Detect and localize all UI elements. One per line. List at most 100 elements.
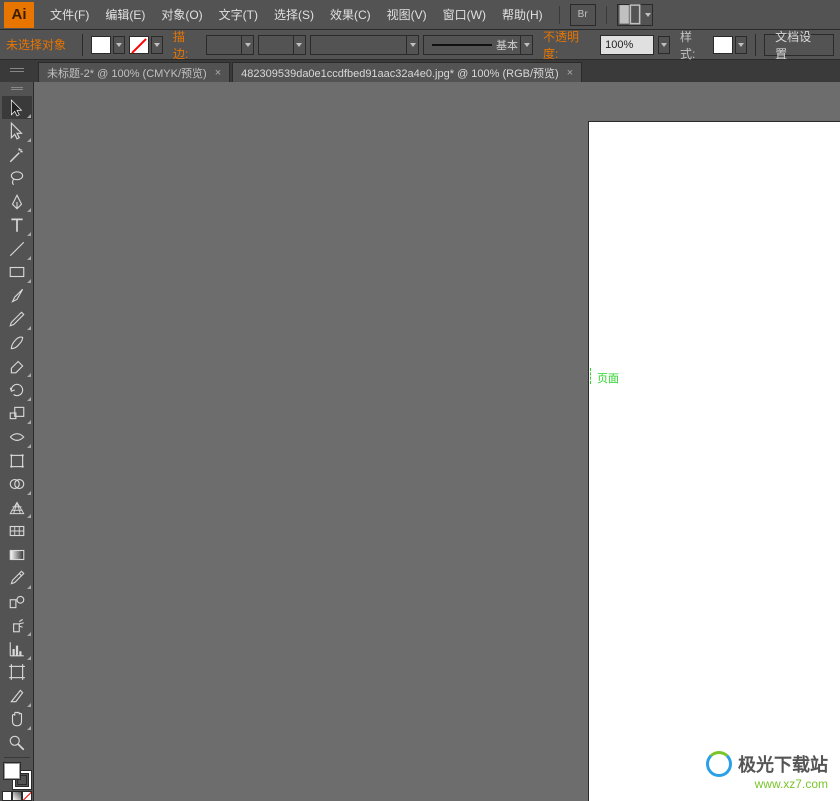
graphic-style-label: 样式: <box>680 28 707 62</box>
watermark-name: 极光下载站 <box>738 751 828 777</box>
panel-grip[interactable] <box>0 84 33 94</box>
mesh-tool[interactable] <box>2 519 32 543</box>
layout-arrange-button[interactable] <box>617 4 653 26</box>
graphic-style-dropdown[interactable] <box>735 36 747 54</box>
selection-status: 未选择对象 <box>6 36 66 53</box>
blob-brush-tool[interactable] <box>2 331 32 355</box>
menu-window[interactable]: 窗口(W) <box>435 0 494 30</box>
chevron-down-icon <box>520 36 532 54</box>
menu-help[interactable]: 帮助(H) <box>494 0 551 30</box>
paintbrush-tool[interactable] <box>2 284 32 308</box>
graphic-style-picker[interactable] <box>713 36 747 54</box>
type-tool[interactable] <box>2 213 32 237</box>
type-icon <box>8 216 26 234</box>
eyedropper-tool[interactable] <box>2 566 32 590</box>
slice-icon <box>8 687 26 705</box>
column-graph-tool[interactable] <box>2 637 32 661</box>
bridge-button[interactable]: Br <box>570 4 596 26</box>
document-setup-button[interactable]: 文档设置 <box>764 34 834 56</box>
opacity-dropdown[interactable] <box>658 36 670 54</box>
rotate-tool[interactable] <box>2 378 32 402</box>
slice-tool[interactable] <box>2 684 32 708</box>
pencil-tool[interactable] <box>2 308 32 332</box>
stroke-style-picker[interactable]: 基本 <box>423 35 533 55</box>
chevron-down-icon <box>241 36 253 54</box>
variable-width-profile[interactable] <box>258 35 306 55</box>
selection-tool[interactable] <box>2 96 32 120</box>
direct-selection-tool[interactable] <box>2 119 32 143</box>
graphic-style-swatch[interactable] <box>713 36 733 54</box>
gradient-tool[interactable] <box>2 543 32 567</box>
menu-edit[interactable]: 编辑(E) <box>97 0 153 30</box>
blend-tool[interactable] <box>2 590 32 614</box>
rectangle-tool[interactable] <box>2 261 32 285</box>
lasso-icon <box>8 169 26 187</box>
divider <box>82 34 83 56</box>
color-mode-none[interactable] <box>22 791 32 801</box>
divider <box>559 6 560 24</box>
canvas-area[interactable]: 页面 <box>34 82 840 801</box>
close-icon[interactable]: × <box>215 67 221 79</box>
hand-tool[interactable] <box>2 708 32 732</box>
menu-object[interactable]: 对象(O) <box>153 0 210 30</box>
brush-icon <box>8 287 26 305</box>
opacity-input[interactable]: 100% <box>600 35 654 55</box>
zoom-tool[interactable] <box>2 731 32 755</box>
brush-definition-picker[interactable] <box>310 35 420 55</box>
color-mode-gradient[interactable] <box>12 791 22 801</box>
color-mode-solid[interactable] <box>2 791 12 801</box>
tool-panel <box>0 82 34 801</box>
stroke-weight-picker[interactable] <box>206 35 254 55</box>
artboard-tool[interactable] <box>2 661 32 685</box>
magic-wand-tool[interactable] <box>2 143 32 167</box>
menu-view[interactable]: 视图(V) <box>379 0 435 30</box>
pen-tool[interactable] <box>2 190 32 214</box>
mesh-icon <box>8 522 26 540</box>
stroke-preview-line <box>432 44 492 46</box>
menu-type[interactable]: 文字(T) <box>211 0 266 30</box>
stroke-swatch-group[interactable] <box>129 36 163 54</box>
lasso-tool[interactable] <box>2 166 32 190</box>
menu-effect[interactable]: 效果(C) <box>322 0 379 30</box>
width-tool[interactable] <box>2 425 32 449</box>
scale-tool[interactable] <box>2 402 32 426</box>
close-icon[interactable]: × <box>567 67 573 79</box>
symbol-sprayer-tool[interactable] <box>2 613 32 637</box>
divider <box>755 34 756 56</box>
control-bar: 未选择对象 描边: 基本 不透明度: 100% 样式: 文档设置 <box>0 30 840 60</box>
scale-icon <box>8 404 26 422</box>
tab-grip[interactable] <box>2 62 32 78</box>
menu-file[interactable]: 文件(F) <box>42 0 97 30</box>
pencil-icon <box>8 310 26 328</box>
graph-icon <box>8 640 26 658</box>
fill-swatch[interactable] <box>91 36 111 54</box>
document-tab-bar: 未标题-2* @ 100% (CMYK/预览) × 482309539da0e1… <box>0 60 840 82</box>
main-area: 页面 <box>0 82 840 801</box>
line-icon <box>8 240 26 258</box>
tab-label: 482309539da0e1ccdfbed91aac32a4e0.jpg* @ … <box>241 65 559 81</box>
fill-stroke-control[interactable] <box>3 762 31 789</box>
document-tab-2[interactable]: 482309539da0e1ccdfbed91aac32a4e0.jpg* @ … <box>232 62 582 82</box>
smart-guide <box>590 368 591 384</box>
eraser-tool[interactable] <box>2 355 32 379</box>
blob-brush-icon <box>8 334 26 352</box>
menu-bar: Ai 文件(F) 编辑(E) 对象(O) 文字(T) 选择(S) 效果(C) 视… <box>0 0 840 30</box>
perspective-grid-tool[interactable] <box>2 496 32 520</box>
blend-icon <box>8 593 26 611</box>
stroke-style-value: 基本 <box>496 37 520 53</box>
line-tool[interactable] <box>2 237 32 261</box>
fill-color-chip[interactable] <box>3 762 21 780</box>
color-mode-row <box>2 791 32 801</box>
gradient-icon <box>8 546 26 564</box>
document-tab-1[interactable]: 未标题-2* @ 100% (CMYK/预览) × <box>38 62 230 82</box>
hand-icon <box>8 710 26 728</box>
stroke-dropdown[interactable] <box>151 36 163 54</box>
fill-swatch-group[interactable] <box>91 36 125 54</box>
bridge-icon: Br <box>578 9 588 20</box>
artboard[interactable] <box>589 122 840 801</box>
free-transform-tool[interactable] <box>2 449 32 473</box>
menu-select[interactable]: 选择(S) <box>266 0 322 30</box>
shape-builder-tool[interactable] <box>2 472 32 496</box>
stroke-swatch[interactable] <box>129 36 149 54</box>
fill-dropdown[interactable] <box>113 36 125 54</box>
